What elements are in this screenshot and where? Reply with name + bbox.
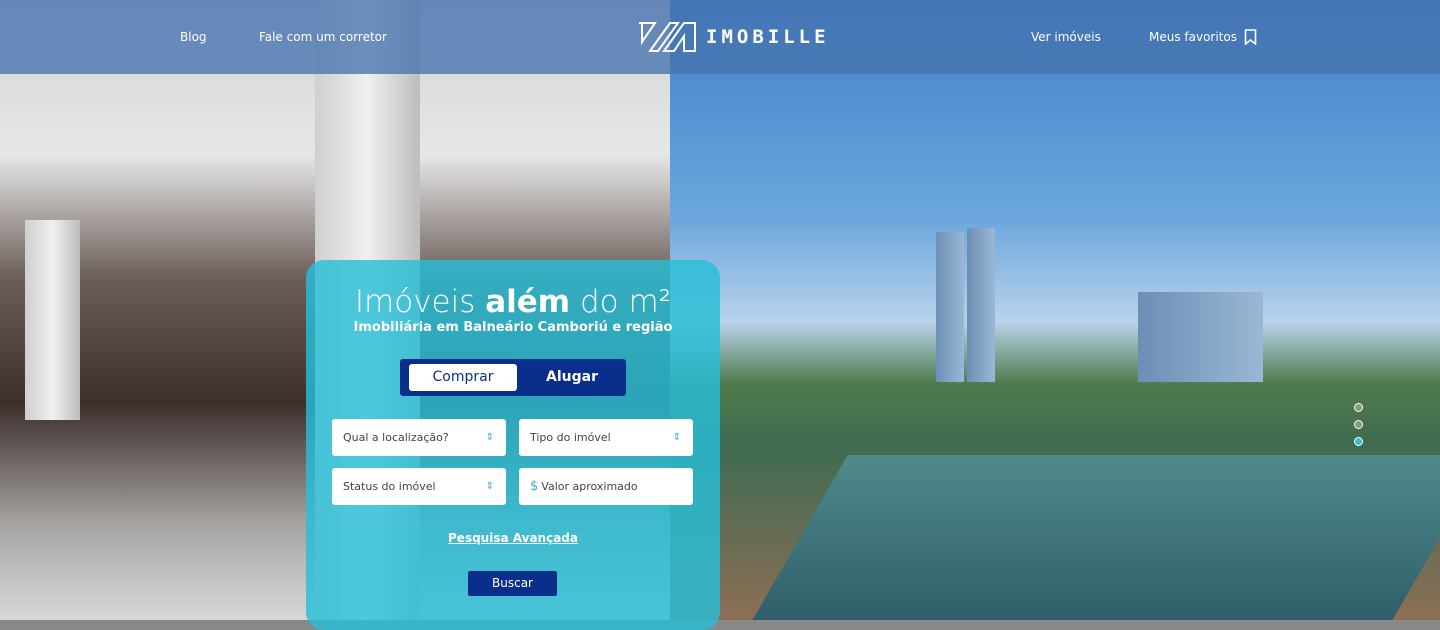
hero-background-image bbox=[0, 0, 1440, 620]
tab-buy[interactable]: Comprar bbox=[409, 364, 517, 391]
type-placeholder: Tipo do imóvel bbox=[530, 431, 611, 444]
status-placeholder: Status do imóvel bbox=[343, 480, 436, 493]
location-placeholder: Qual a localização? bbox=[343, 431, 449, 444]
location-select[interactable]: Qual a localização? ⇕ bbox=[332, 419, 506, 456]
pool bbox=[752, 455, 1440, 620]
logo[interactable]: IMOBILLE bbox=[638, 22, 830, 52]
property-type-select[interactable]: Tipo do imóvel ⇕ bbox=[519, 419, 693, 456]
hero-title: Imóveis além do m² bbox=[354, 284, 672, 320]
slider-dot-1[interactable] bbox=[1354, 403, 1363, 412]
updown-chevron-icon: ⇕ bbox=[485, 481, 494, 492]
bookmark-icon[interactable] bbox=[1244, 29, 1257, 45]
advanced-search-link[interactable]: Pesquisa Avançada bbox=[306, 531, 720, 545]
nav-see-properties[interactable]: Ver imóveis bbox=[1031, 30, 1101, 44]
tower bbox=[1138, 292, 1263, 382]
search-button[interactable]: Buscar bbox=[468, 571, 557, 596]
pillar bbox=[25, 220, 80, 420]
tab-rent[interactable]: Alugar bbox=[518, 364, 626, 391]
property-status-select[interactable]: Status do imóvel ⇕ bbox=[332, 468, 506, 505]
buy-rent-toggle: Comprar Alugar bbox=[400, 359, 626, 396]
value-placeholder: Valor aproximado bbox=[541, 480, 638, 493]
dollar-icon: $ bbox=[530, 479, 539, 494]
tower bbox=[967, 228, 995, 382]
nav-contact-broker[interactable]: Fale com um corretor bbox=[259, 30, 387, 44]
logo-text: IMOBILLE bbox=[706, 26, 830, 48]
tower bbox=[936, 232, 964, 382]
search-card: Imóveis além do m² Imobiliária em Balneá… bbox=[306, 260, 720, 630]
nav-blog[interactable]: Blog bbox=[180, 30, 207, 44]
hero-subtitle: Imobiliária em Balneário Camboriú e regi… bbox=[353, 320, 673, 335]
top-navbar: Blog Fale com um corretor IMOBILLE Ver i… bbox=[0, 0, 1440, 74]
slider-dot-3[interactable] bbox=[1354, 437, 1363, 446]
updown-chevron-icon: ⇕ bbox=[672, 432, 681, 443]
nav-favorites[interactable]: Meus favoritos bbox=[1149, 30, 1237, 44]
updown-chevron-icon: ⇕ bbox=[485, 432, 494, 443]
logo-icon bbox=[639, 22, 696, 52]
slider-dot-2[interactable] bbox=[1354, 420, 1363, 429]
approx-value-input[interactable]: $ Valor aproximado bbox=[519, 468, 693, 505]
